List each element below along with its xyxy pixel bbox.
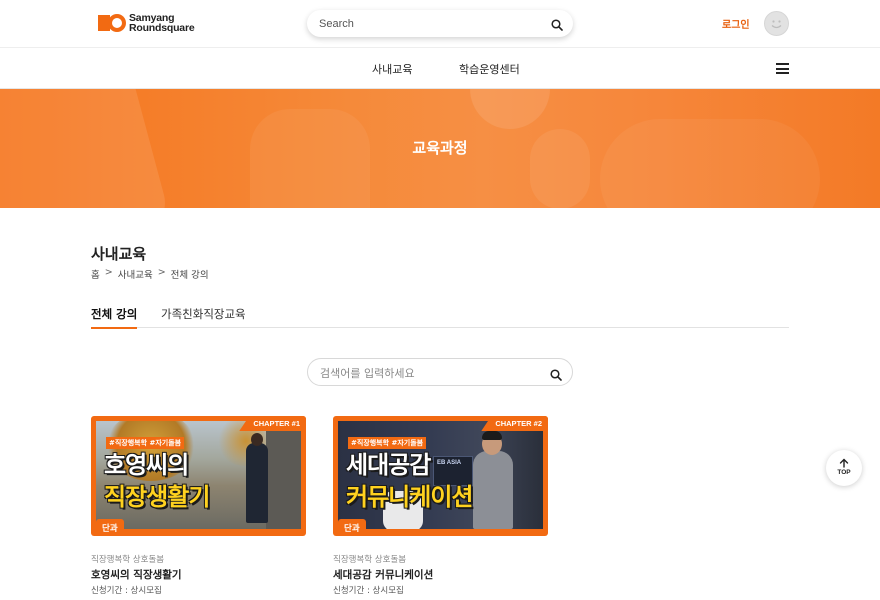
breadcrumb: 홈 > 사내교육 > 전체 강의 — [91, 267, 209, 281]
person-image — [473, 451, 513, 529]
course-period: 신청기간 : 상시모집 — [91, 586, 162, 596]
course-thumbnail[interactable]: EB ASIA #직장행복학 #자기돌봄 세대공감 커뮤니케이션 CHAPTER… — [333, 416, 548, 536]
main-nav: 사내교육 학습운영센터 — [0, 48, 880, 89]
thumbnail-title-line2: 직장생활기 — [104, 483, 210, 511]
logo[interactable]: Samyang Roundsquare — [98, 13, 195, 34]
nav-item-learning-center[interactable]: 학습운영센터 — [459, 61, 520, 77]
page-title: 사내교육 — [91, 245, 147, 263]
background-screen: EB ASIA — [433, 456, 473, 486]
scroll-top-button[interactable]: TOP — [826, 450, 862, 486]
course-type-badge: 단과 — [96, 519, 124, 536]
header-search-input[interactable] — [319, 16, 539, 32]
logo-line2: Roundsquare — [129, 22, 195, 34]
person-image — [246, 443, 268, 523]
course-card[interactable]: #직장행복학 #자기돌봄 호영씨의 직장생활기 CHAPTER #1 단과 직장… — [91, 416, 306, 596]
banner-title: 교육과정 — [412, 139, 468, 157]
search-icon[interactable] — [551, 16, 563, 35]
header-search — [307, 10, 573, 37]
breadcrumb-home[interactable]: 홈 — [91, 267, 100, 281]
breadcrumb-current: 전체 강의 — [170, 270, 209, 281]
thumbnail-hashtags: #직장행복학 #자기돌봄 — [348, 437, 427, 449]
chapter-label: CHAPTER #2 — [481, 416, 548, 431]
avatar[interactable] — [764, 11, 789, 36]
course-thumbnail[interactable]: #직장행복학 #자기돌봄 호영씨의 직장생활기 CHAPTER #1 단과 — [91, 416, 306, 536]
course-tabs: 전체 강의 가족친화직장교육 — [91, 306, 789, 329]
menu-icon[interactable] — [776, 63, 789, 74]
course-title[interactable]: 세대공감 커뮤니케이션 — [333, 567, 548, 582]
thumbnail-title-line1: 호영씨의 — [104, 451, 189, 479]
course-type-badge: 단과 — [338, 519, 366, 536]
course-search — [307, 358, 573, 386]
tab-all-courses[interactable]: 전체 강의 — [91, 306, 138, 329]
chapter-label: CHAPTER #1 — [239, 416, 306, 431]
scroll-top-label: TOP — [837, 469, 851, 476]
breadcrumb-internal-training[interactable]: 사내교육 — [118, 267, 153, 281]
smiley-icon — [771, 20, 782, 29]
tab-family-friendly[interactable]: 가족친화직장교육 — [161, 306, 246, 328]
login-link[interactable]: 로그인 — [722, 16, 750, 31]
thumbnail-title-line2: 커뮤니케이션 — [346, 483, 473, 511]
screen-text: EB ASIA — [437, 460, 462, 466]
course-category: 직장행복학 상호돌봄 — [91, 555, 165, 565]
course-period: 신청기간 : 상시모집 — [333, 586, 404, 596]
search-icon[interactable] — [550, 366, 562, 385]
course-search-input[interactable] — [320, 365, 540, 381]
breadcrumb-separator: > — [104, 267, 113, 278]
page-banner: 교육과정 — [0, 89, 880, 208]
breadcrumb-separator: > — [157, 267, 166, 278]
course-category: 직장행복학 상호돌봄 — [333, 555, 407, 565]
thumbnail-title-line1: 세대공감 — [346, 451, 431, 479]
course-card[interactable]: EB ASIA #직장행복학 #자기돌봄 세대공감 커뮤니케이션 CHAPTER… — [333, 416, 548, 596]
thumbnail-hashtags: #직장행복학 #자기돌봄 — [106, 437, 185, 449]
nav-item-internal-training[interactable]: 사내교육 — [372, 61, 412, 77]
arrow-up-icon — [839, 458, 849, 468]
header: Samyang Roundsquare 로그인 — [0, 0, 880, 48]
course-title[interactable]: 호영씨의 직장생활기 — [91, 567, 306, 582]
logo-mark-icon — [98, 13, 126, 33]
